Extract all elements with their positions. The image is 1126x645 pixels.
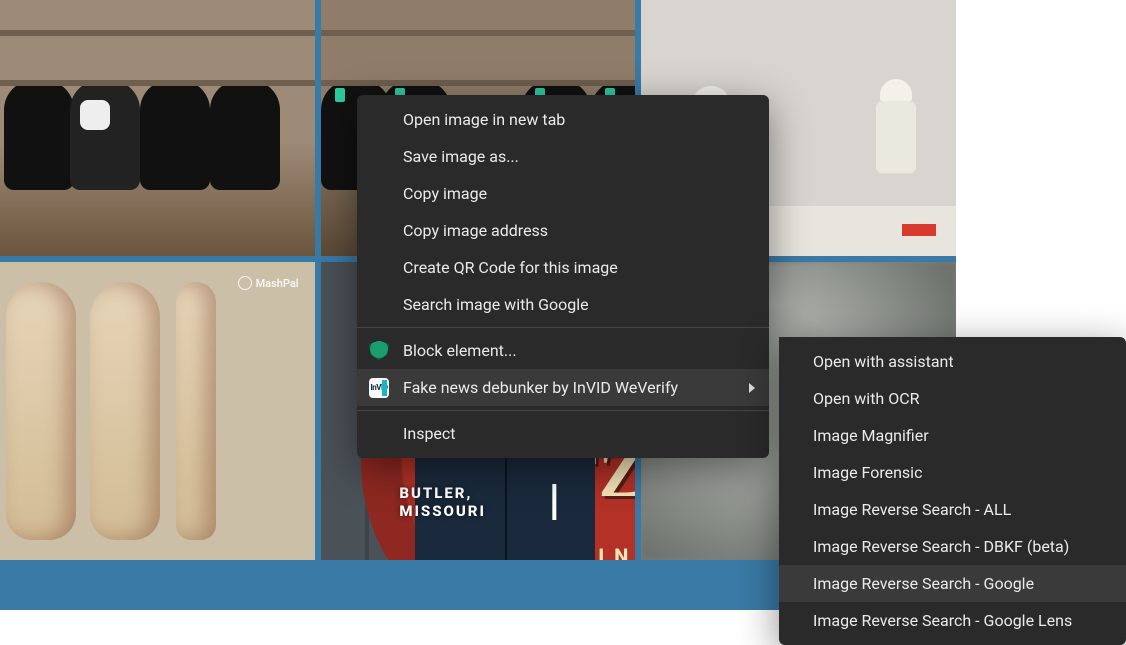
- context-submenu-invid: Open with assistantOpen with OCRImage Ma…: [779, 337, 1126, 645]
- watermark: MashPal: [238, 276, 299, 290]
- submenu-item-open-with-ocr[interactable]: Open with OCR: [779, 380, 1126, 417]
- submenu-item-image-reverse-search-google[interactable]: Image Reverse Search - Google: [779, 565, 1126, 602]
- submenu-item-image-forensic[interactable]: Image Forensic: [779, 454, 1126, 491]
- submenu-item-image-reverse-search-dbkf-beta[interactable]: Image Reverse Search - DBKF (beta): [779, 528, 1126, 565]
- context-menu: Open image in new tab Save image as... C…: [357, 95, 769, 458]
- submenu-item-image-reverse-search-all[interactable]: Image Reverse Search - ALL: [779, 491, 1126, 528]
- watermark-text: MashPal: [256, 277, 299, 290]
- ctx-search-google[interactable]: Search image with Google: [357, 286, 769, 323]
- watermark-icon: [238, 276, 252, 290]
- thumbnail-carcasses[interactable]: MashPal: [0, 262, 315, 560]
- ctx-copy-image-address[interactable]: Copy image address: [357, 212, 769, 249]
- ctx-separator: [357, 327, 769, 328]
- thumbnail-cattle-pen-1[interactable]: [0, 0, 315, 256]
- ctx-invid-submenu[interactable]: InVID Fake news debunker by InVID WeVeri…: [357, 369, 769, 406]
- ctx-inspect[interactable]: Inspect: [357, 415, 769, 452]
- ctx-separator: [357, 410, 769, 411]
- shield-icon: [369, 341, 389, 361]
- ctx-save-image-as[interactable]: Save image as...: [357, 138, 769, 175]
- ctx-create-qr[interactable]: Create QR Code for this image: [357, 249, 769, 286]
- invid-icon: InVID: [369, 378, 389, 398]
- ctx-copy-image[interactable]: Copy image: [357, 175, 769, 212]
- submenu-item-image-reverse-search-google-lens[interactable]: Image Reverse Search - Google Lens: [779, 602, 1126, 639]
- ctx-open-new-tab[interactable]: Open image in new tab: [357, 101, 769, 138]
- ctx-block-element[interactable]: Block element...: [357, 332, 769, 369]
- submenu-item-image-magnifier[interactable]: Image Magnifier: [779, 417, 1126, 454]
- lower-third-location: BUTLER, MISSOURI: [399, 484, 556, 520]
- submenu-item-open-with-assistant[interactable]: Open with assistant: [779, 343, 1126, 380]
